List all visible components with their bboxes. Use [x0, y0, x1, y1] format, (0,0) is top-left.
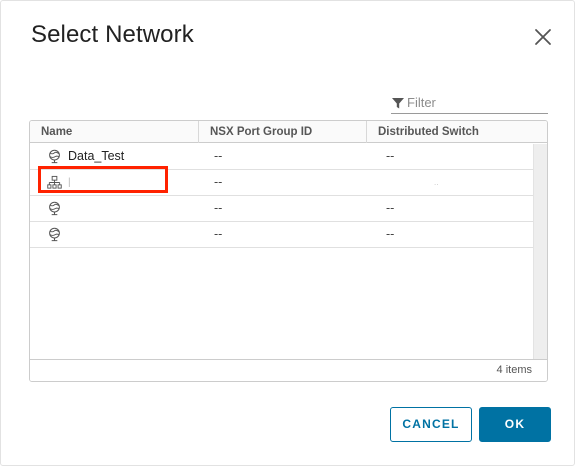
nsx-port-group-id-cell: -- [214, 175, 223, 189]
network-globe-icon [49, 227, 60, 242]
network-name: | [68, 177, 71, 188]
close-icon[interactable] [532, 26, 554, 48]
grid-header: Name NSX Port Group ID Distributed Switc… [30, 121, 547, 143]
filter-icon [392, 98, 404, 109]
column-header-distributed-switch[interactable]: Distributed Switch [366, 121, 533, 143]
name-cell: | [47, 170, 197, 195]
filter-input[interactable] [407, 92, 545, 113]
column-header-nsx-port-group-id[interactable]: NSX Port Group ID [198, 121, 366, 143]
ok-button[interactable]: OK [479, 407, 551, 442]
grid-body: Data_Test -- -- | -- .. -- -- -- -- [30, 144, 533, 359]
table-row[interactable]: Data_Test -- -- [30, 144, 533, 170]
grid-footer: 4 items [30, 359, 547, 381]
nsx-port-group-id-cell: -- [214, 149, 223, 163]
network-name: Data_Test [68, 149, 125, 163]
item-count: 4 items [496, 364, 532, 376]
table-row[interactable]: -- -- [30, 196, 533, 222]
table-row[interactable]: | -- .. [30, 170, 533, 196]
filter-field [391, 92, 548, 114]
network-globe-icon [49, 201, 60, 216]
distributed-switch-cell: -- [386, 201, 395, 215]
cancel-button[interactable]: CANCEL [390, 407, 472, 442]
name-cell [47, 196, 197, 221]
distributed-switch-cell: -- [386, 149, 395, 163]
name-cell: Data_Test [47, 144, 197, 169]
distributed-switch-cell: .. [434, 178, 439, 187]
nsx-port-group-id-cell: -- [214, 227, 223, 241]
network-grid: Name NSX Port Group ID Distributed Switc… [29, 120, 548, 382]
dialog-title: Select Network [31, 21, 194, 48]
grid-scrollbar[interactable] [533, 144, 547, 359]
name-cell [47, 222, 197, 247]
table-row[interactable]: -- -- [30, 222, 533, 248]
select-network-dialog: Select Network Name NSX Port Group ID Di… [0, 0, 575, 466]
network-switch-icon [47, 175, 62, 189]
distributed-switch-cell: -- [386, 227, 395, 241]
column-header-name[interactable]: Name [30, 121, 198, 143]
network-globe-icon [49, 149, 60, 164]
nsx-port-group-id-cell: -- [214, 201, 223, 215]
